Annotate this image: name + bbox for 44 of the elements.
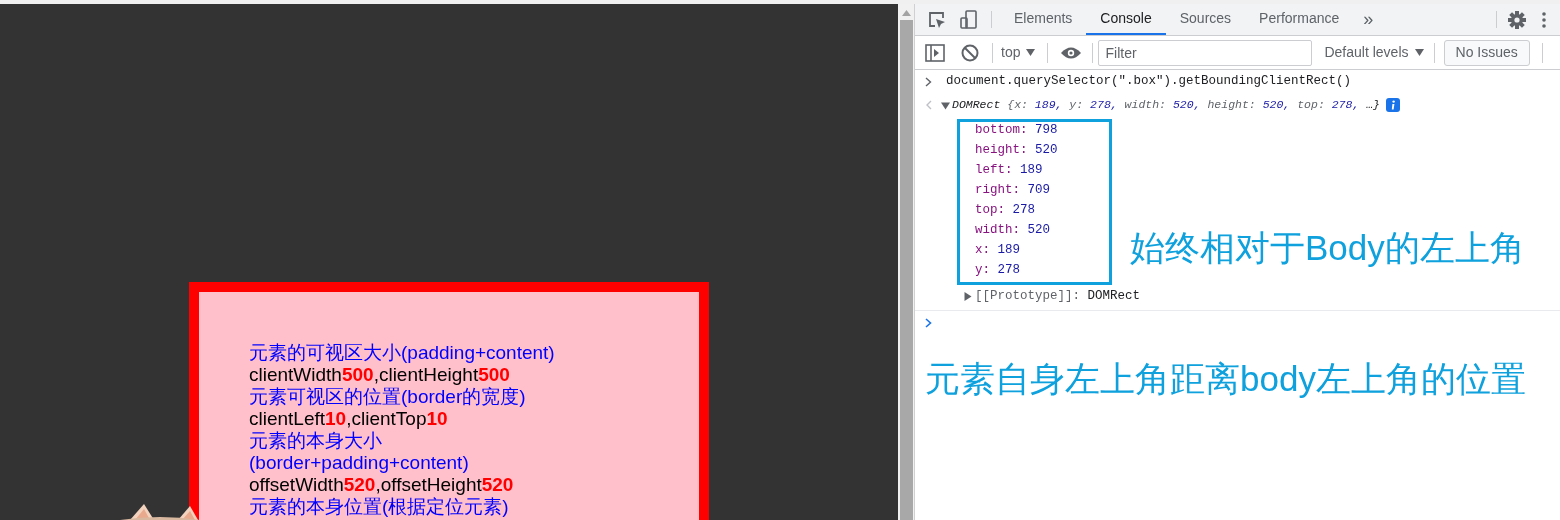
prototype-row[interactable]: [[Prototype]]: DOMRect — [975, 286, 1141, 306]
caption-text: 元素可视区的位置(border的宽度) — [249, 386, 527, 408]
console-result[interactable]: DOMRect {x: 189, y: 278, width: 520, height: 520, top: 278, …} — [952, 96, 1380, 114]
property-row-text: left: 189 — [975, 162, 1043, 179]
input-prompt-icon — [925, 76, 932, 87]
expand-triangle-icon[interactable] — [963, 291, 972, 301]
issues-button[interactable]: No Issues — [1443, 39, 1530, 66]
sidebar-toggle-icon[interactable] — [925, 43, 945, 62]
annotation-text: 元素自身左上角距离body左上角的位置 — [925, 358, 1527, 400]
property-row-text: right: 709 — [975, 182, 1051, 199]
caption-text: 元素的本身大小 — [249, 430, 383, 452]
caret-icon — [1026, 49, 1036, 56]
scrollbar-thumb[interactable] — [899, 20, 913, 520]
console-command: document.querySelector(".box").getBoundingClientRect() — [946, 73, 1352, 91]
caption-text: clientWidth500,clientHeight500 — [249, 364, 511, 386]
devtools-tab[interactable]: Performance — [1245, 4, 1354, 35]
caption-text: 元素的本身位置(根据定位元素) — [249, 496, 510, 518]
caption-text: offsetWidth520,offsetHeight520 — [249, 474, 515, 496]
property-row-text: x: 189 — [975, 242, 1021, 259]
property-row-text: width: 520 — [975, 222, 1051, 239]
eye-icon[interactable] — [1060, 45, 1083, 60]
more-tabs[interactable]: » — [1363, 6, 1374, 33]
more-options-icon[interactable] — [1542, 11, 1546, 28]
levels-dropdown[interactable]: Default levels — [1324, 42, 1424, 63]
property-row-text: bottom: 798 — [975, 122, 1058, 139]
devtools-tab[interactable]: Elements — [1000, 4, 1087, 35]
property-row-text: top: 278 — [975, 202, 1036, 219]
input-prompt-icon[interactable] — [925, 318, 932, 328]
devtools-tab[interactable]: Sources — [1165, 4, 1246, 35]
settings-icon[interactable] — [1507, 9, 1527, 30]
property-row-text: height: 520 — [975, 142, 1058, 159]
annotation-text: 始终相对于Body的左上角 — [1130, 227, 1525, 269]
caption-text: 元素的可视区大小(padding+content) — [249, 342, 556, 364]
inspect-icon[interactable] — [927, 9, 947, 30]
info-icon[interactable] — [1386, 98, 1400, 112]
filter-field[interactable]: Filter — [1098, 39, 1313, 66]
clear-console-icon[interactable] — [961, 43, 979, 62]
caption-text: (border+padding+content) — [249, 452, 470, 474]
context-dropdown[interactable]: top — [1001, 42, 1036, 63]
expand-triangle-icon[interactable] — [941, 100, 950, 110]
caret-icon — [1414, 49, 1424, 56]
property-row-text: y: 278 — [975, 262, 1021, 279]
caption-text: clientLeft10,clientTop10 — [249, 408, 449, 430]
device-icon[interactable] — [959, 9, 979, 30]
